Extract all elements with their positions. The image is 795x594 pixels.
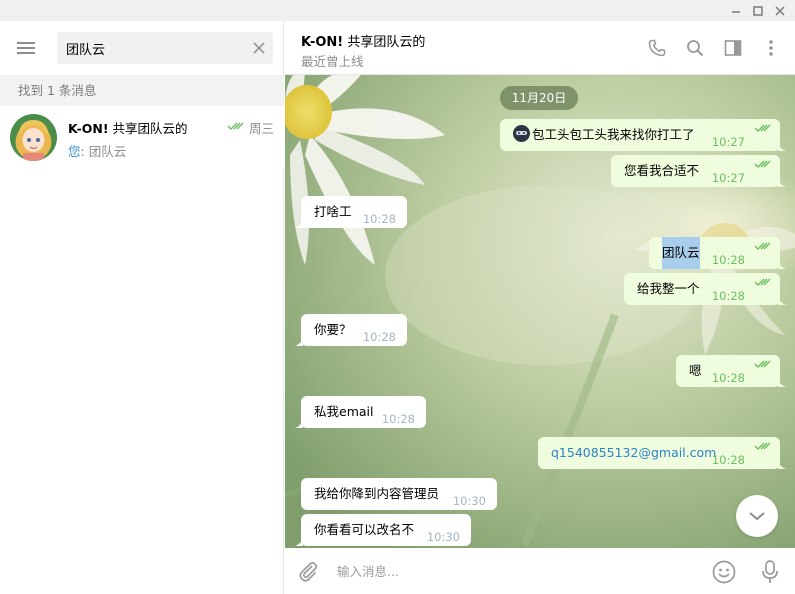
message-time: 10:27 bbox=[711, 135, 745, 149]
message-bubble[interactable]: 私我email 10:28 bbox=[295, 396, 426, 428]
maximize-icon[interactable] bbox=[747, 0, 769, 21]
message-bubble[interactable]: 给我整一个 10:28 bbox=[624, 273, 786, 305]
message-time: 10:28 bbox=[711, 453, 745, 467]
window-titlebar bbox=[0, 0, 795, 21]
message-bubble[interactable]: 您看我合适不 10:27 bbox=[611, 155, 786, 187]
date-separator: 11月20日 bbox=[500, 86, 578, 110]
chat-title-rest: 共享团队云的 bbox=[343, 35, 426, 50]
message-input[interactable] bbox=[337, 556, 697, 586]
message-time: 10:28 bbox=[711, 289, 745, 303]
chat-messages-area[interactable]: 11月20日 包工头包工头我来找你打工了 10:27 您看我合适不 10:27 … bbox=[285, 75, 795, 548]
dialogs-sidebar: 找到 1 条消息 K-ON! 共享团队云的 周三 您: 团队云 bbox=[0, 21, 284, 594]
message-time: 10:28 bbox=[711, 371, 745, 385]
message-time: 10:28 bbox=[362, 212, 396, 226]
clear-search-icon[interactable] bbox=[251, 40, 267, 56]
double-check-icon bbox=[754, 231, 772, 263]
dialog-time: 周三 bbox=[248, 121, 274, 136]
message-text-highlighted: 团队云 bbox=[662, 237, 700, 269]
sidebar-toggle-icon[interactable] bbox=[721, 36, 745, 60]
minimize-icon[interactable] bbox=[725, 0, 747, 21]
message-bubble[interactable]: 包工头包工头我来找你打工了 10:27 bbox=[500, 119, 786, 151]
search-icon[interactable] bbox=[683, 36, 707, 60]
message-time: 10:27 bbox=[711, 171, 745, 185]
chat-header: K-ON! 共享团队云的 最近曾上线 bbox=[285, 21, 795, 75]
search-input[interactable] bbox=[66, 32, 246, 64]
message-bubble[interactable]: 我给你降到内容管理员 10:30 bbox=[301, 478, 497, 510]
ninja-emoji-icon bbox=[513, 125, 530, 142]
hamburger-menu-icon[interactable] bbox=[15, 38, 37, 58]
message-text: 你要？ bbox=[314, 322, 352, 337]
message-text: 嗯 bbox=[689, 363, 702, 378]
message-text: 包工头包工头我来找你打工了 bbox=[532, 127, 695, 142]
message-time: 10:30 bbox=[452, 494, 486, 508]
double-check-icon bbox=[754, 113, 772, 145]
message-text: 给我整一个 bbox=[637, 281, 700, 296]
double-check-icon bbox=[754, 349, 772, 381]
chat-title-bold: K-ON! bbox=[301, 35, 344, 50]
emoji-icon[interactable] bbox=[711, 559, 737, 585]
message-time: 10:28 bbox=[362, 330, 396, 344]
message-bubble[interactable]: 打啥工 10:28 bbox=[295, 196, 407, 228]
preview-sender: 您: bbox=[68, 144, 85, 159]
message-bubble[interactable]: q1540855132@gmail.com 10:28 bbox=[538, 437, 786, 469]
preview-text: 团队云 bbox=[84, 144, 127, 159]
dialog-name-rest: 共享团队云的 bbox=[108, 121, 188, 136]
message-text: 私我email bbox=[314, 404, 374, 419]
dialog-row[interactable]: K-ON! 共享团队云的 周三 您: 团队云 bbox=[0, 106, 284, 168]
message-text: 我给你降到内容管理员 bbox=[314, 486, 440, 501]
close-icon[interactable] bbox=[769, 0, 791, 21]
more-options-icon[interactable] bbox=[759, 36, 783, 60]
email-link[interactable]: q1540855132@gmail.com bbox=[551, 437, 716, 469]
double-check-icon bbox=[227, 120, 245, 135]
search-box bbox=[57, 32, 273, 64]
message-bubble[interactable]: 团队云 10:28 bbox=[649, 237, 786, 269]
message-bubble[interactable]: 你看看可以改名不 10:30 bbox=[295, 514, 471, 546]
sidebar-header bbox=[0, 21, 284, 75]
paperclip-icon[interactable] bbox=[295, 558, 321, 584]
chat-title[interactable]: K-ON! 共享团队云的 bbox=[301, 31, 425, 50]
double-check-icon bbox=[754, 267, 772, 299]
microphone-icon[interactable] bbox=[760, 559, 780, 585]
message-composer bbox=[285, 548, 795, 594]
chat-panel: K-ON! 共享团队云的 最近曾上线 11月20日 包工头包工头我来找你打工了 … bbox=[285, 21, 795, 594]
message-bubble[interactable]: 嗯 10:28 bbox=[676, 355, 786, 387]
message-text: 打啥工 bbox=[314, 204, 352, 219]
dialog-name-bold: K-ON! bbox=[68, 121, 109, 136]
avatar bbox=[10, 114, 57, 161]
search-results-count: 找到 1 条消息 bbox=[0, 75, 284, 106]
message-text: 你看看可以改名不 bbox=[314, 522, 415, 537]
phone-icon[interactable] bbox=[645, 36, 669, 60]
message-time: 10:28 bbox=[381, 412, 415, 426]
message-time: 10:30 bbox=[426, 530, 460, 544]
double-check-icon bbox=[754, 431, 772, 463]
chevron-down-icon bbox=[749, 512, 765, 521]
message-time: 10:28 bbox=[711, 253, 745, 267]
message-bubble[interactable]: 你要？ 10:28 bbox=[295, 314, 407, 346]
scroll-down-button[interactable] bbox=[736, 495, 778, 537]
dialog-name: K-ON! 共享团队云的 bbox=[68, 118, 188, 137]
double-check-icon bbox=[754, 149, 772, 181]
chat-status: 最近曾上线 bbox=[301, 54, 364, 69]
message-text: 您看我合适不 bbox=[624, 163, 700, 178]
dialog-preview: 您: 团队云 bbox=[68, 141, 126, 160]
